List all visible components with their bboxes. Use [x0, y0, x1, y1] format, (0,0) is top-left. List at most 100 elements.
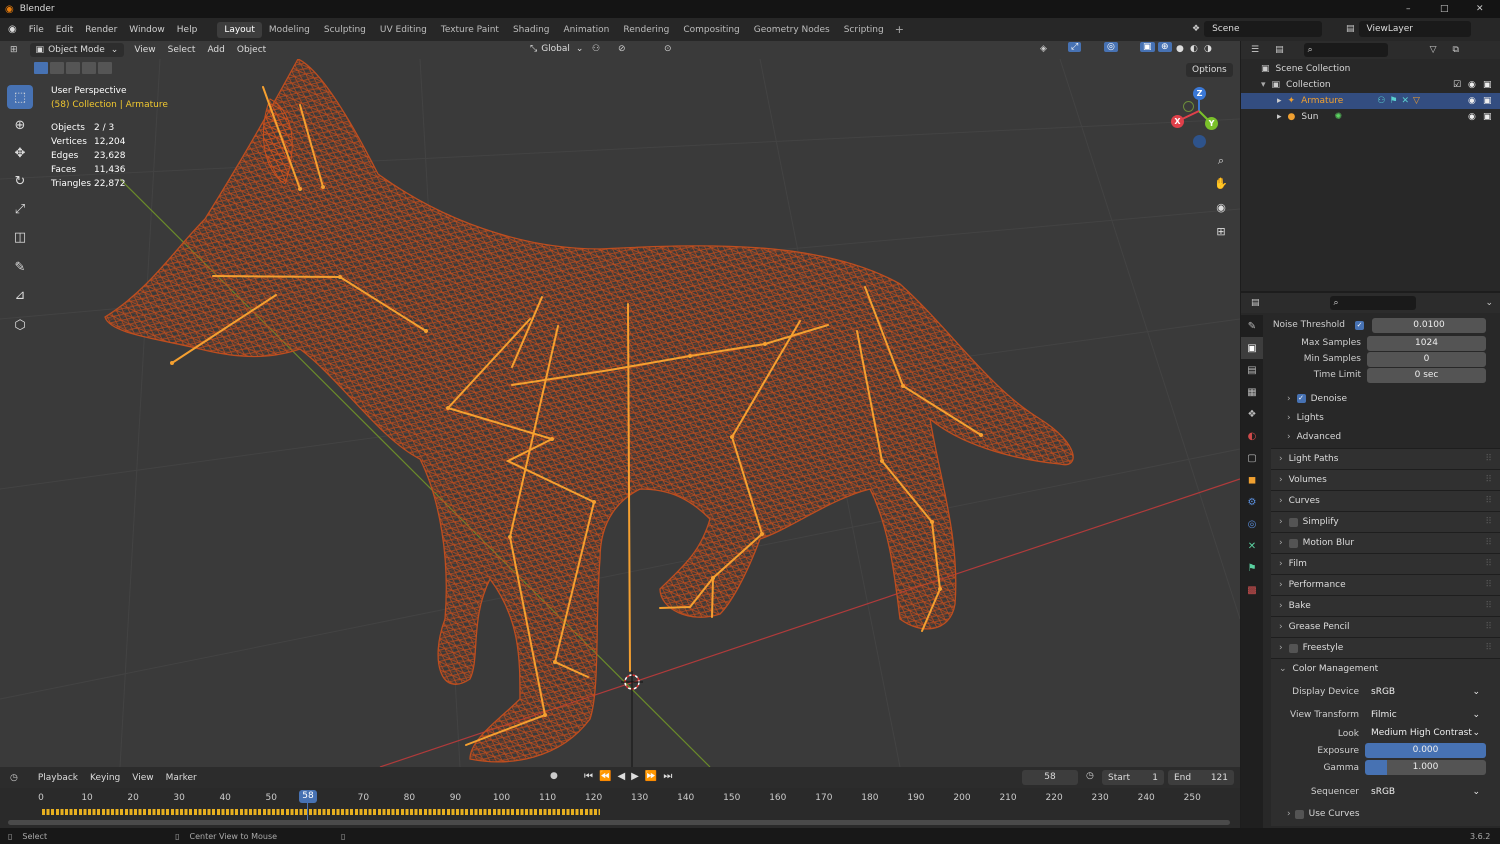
select-subtract-icon[interactable]	[66, 62, 80, 74]
select-new-icon[interactable]	[34, 62, 48, 74]
expand-arrow-icon[interactable]: ▸	[1277, 96, 1282, 106]
time-limit-field[interactable]: 0 sec	[1367, 367, 1486, 383]
min-samples-field[interactable]: 0	[1367, 351, 1486, 367]
select-invert-icon[interactable]	[82, 62, 96, 74]
shading-solid-icon[interactable]: ●	[1176, 44, 1184, 54]
properties-editor-icon[interactable]: ▤	[1251, 298, 1260, 308]
move-tool-icon[interactable]: ✥	[7, 141, 33, 165]
render-tab-icon[interactable]: ▣	[1241, 337, 1263, 359]
scene-selector[interactable]: ❖ Scene	[1192, 21, 1323, 37]
modifier-tab-icon[interactable]: ⚙	[1241, 491, 1263, 513]
3d-viewport[interactable]: Options Z Y X ⌕ ✋ ◉ ⊞	[0, 59, 1240, 767]
gizmo-neg-z-axis[interactable]	[1193, 135, 1206, 148]
color-management-panel[interactable]: ⌄ Color Management	[1271, 658, 1500, 679]
tab-compositing[interactable]: Compositing	[676, 22, 746, 38]
use-curves-row[interactable]: › Use Curves	[1271, 806, 1500, 822]
use-curves-checkbox[interactable]	[1294, 809, 1304, 819]
menu-help[interactable]: Help	[171, 25, 204, 35]
panel-light-paths[interactable]: › Light Paths ⠿	[1271, 448, 1500, 469]
drag-handle-icon[interactable]: ⠿	[1485, 517, 1492, 527]
scene-field[interactable]: Scene	[1204, 21, 1323, 37]
physics-tab-icon[interactable]: ◎	[1241, 513, 1263, 535]
camera-view-icon[interactable]: ◉	[1211, 198, 1231, 218]
collection-checkbox-icon[interactable]: ☑	[1453, 80, 1461, 90]
pose-icon[interactable]: ⚇	[1377, 96, 1385, 106]
blender-menu-icon[interactable]: ◉	[8, 24, 17, 35]
drag-handle-icon[interactable]: ⠿	[1485, 559, 1492, 569]
add-workspace-button[interactable]: +	[895, 23, 904, 36]
wolf-wireframe-mesh[interactable]	[104, 59, 1074, 763]
zoom-icon[interactable]: ⌕	[1211, 151, 1231, 171]
viewport-menu-view[interactable]: View	[128, 43, 161, 57]
visibility-eye-icon[interactable]: ◉	[1468, 96, 1476, 106]
panel-volumes[interactable]: › Volumes ⠿	[1271, 469, 1500, 490]
options-dropdown[interactable]: Options	[1186, 63, 1233, 77]
tab-uv-editing[interactable]: UV Editing	[373, 22, 434, 38]
pan-hand-icon[interactable]: ✋	[1211, 174, 1231, 194]
exposure-field[interactable]: 0.000	[1365, 743, 1486, 758]
filter-icon[interactable]: ▽	[1430, 45, 1437, 55]
drag-handle-icon[interactable]: ⠿	[1485, 622, 1492, 632]
subpanel-advanced[interactable]: › Advanced	[1271, 427, 1500, 446]
navigation-gizmo[interactable]: Z Y X	[1168, 85, 1228, 149]
panel-curves[interactable]: › Curves ⠿	[1271, 490, 1500, 511]
output-tab-icon[interactable]: ▤	[1241, 359, 1263, 381]
minimize-button[interactable]: –	[1406, 4, 1411, 14]
render-camera-icon[interactable]: ▣	[1483, 80, 1492, 90]
viewport-scene[interactable]	[0, 59, 1240, 767]
drag-handle-icon[interactable]: ⠿	[1485, 601, 1492, 611]
cursor-tool-icon[interactable]: ⊕	[7, 113, 33, 137]
gizmo-toggle-icon[interactable]: ⤢	[1068, 42, 1082, 52]
subpanel-lights[interactable]: › Lights	[1271, 408, 1500, 427]
world-tab-icon[interactable]: ◐	[1241, 425, 1263, 447]
viewport-menu-object[interactable]: Object	[231, 43, 272, 57]
panel-checkbox[interactable]	[1288, 538, 1298, 548]
tab-modeling[interactable]: Modeling	[262, 22, 317, 38]
rotate-tool-icon[interactable]: ↻	[7, 169, 33, 193]
close-button[interactable]: ✕	[1476, 4, 1484, 14]
timeline-scrollbar[interactable]	[8, 820, 1230, 825]
drag-handle-icon[interactable]: ⠿	[1485, 496, 1492, 506]
outliner-collection[interactable]: ▾ ▣ Collection ☑ ◉ ▣	[1241, 77, 1500, 93]
shading-material-icon[interactable]: ◐	[1190, 44, 1198, 54]
outliner-scene-collection[interactable]: ▣ Scene Collection	[1241, 61, 1500, 77]
outliner-item-sun[interactable]: ▸ ● Sun ✺ ◉ ▣	[1241, 109, 1500, 125]
object-tab-icon[interactable]: ◼	[1241, 469, 1263, 491]
panel-grease-pencil[interactable]: › Grease Pencil ⠿	[1271, 616, 1500, 637]
sun-data-icon[interactable]: ✺	[1335, 112, 1343, 122]
tool-tab-icon[interactable]: ✎	[1241, 315, 1263, 337]
gizmo-neg-y-axis[interactable]	[1183, 101, 1194, 112]
tab-scripting[interactable]: Scripting	[837, 22, 891, 38]
visibility-eye-icon[interactable]: ◉	[1468, 112, 1476, 122]
drag-handle-icon[interactable]: ⠿	[1485, 538, 1492, 548]
drag-handle-icon[interactable]: ⠿	[1485, 475, 1492, 485]
new-collection-icon[interactable]: ⧉	[1453, 45, 1459, 55]
menu-edit[interactable]: Edit	[50, 25, 79, 35]
tab-rendering[interactable]: Rendering	[616, 22, 676, 38]
frame-ruler[interactable]: 0 10 20 30 40 50 70 80 90 100 110 120 130 140 150 160 17…	[0, 767, 1240, 828]
orientation-dropdown[interactable]: ⤡ Global ⌄	[524, 42, 589, 56]
shading-rendered-icon[interactable]: ◑	[1204, 44, 1212, 54]
armature-data-icon[interactable]: ✕	[1402, 96, 1410, 106]
menu-render[interactable]: Render	[79, 25, 123, 35]
viewport-menu-select[interactable]: Select	[162, 43, 202, 57]
mode-dropdown[interactable]: ▣ Object Mode ⌄	[29, 43, 125, 57]
gizmo-z-axis[interactable]: Z	[1193, 87, 1206, 100]
overlay-icon[interactable]: ◎	[1104, 42, 1118, 52]
texture-tab-icon[interactable]: ▩	[1241, 579, 1263, 601]
max-samples-field[interactable]: 1024	[1367, 335, 1486, 351]
editor-type-icon[interactable]: ⊞	[10, 45, 18, 55]
view-layer-tab-icon[interactable]: ▦	[1241, 381, 1263, 403]
panel-simplify[interactable]: › Simplify ⠿	[1271, 511, 1500, 532]
bone-icon[interactable]: ⚑	[1389, 96, 1397, 106]
render-camera-icon[interactable]: ▣	[1483, 112, 1492, 122]
drag-handle-icon[interactable]: ⠿	[1485, 454, 1492, 464]
look-dropdown[interactable]: Medium High Contrast ⌄	[1365, 726, 1486, 741]
panel-motion-blur[interactable]: › Motion Blur ⠿	[1271, 532, 1500, 553]
display-device-dropdown[interactable]: sRGB ⌄	[1365, 684, 1486, 700]
maximize-button[interactable]: □	[1440, 4, 1449, 14]
outliner-item-armature[interactable]: ▸ ✦ Armature ⚇ ⚑ ✕ ▽ ◉ ▣	[1241, 93, 1500, 109]
panel-checkbox[interactable]	[1288, 517, 1298, 527]
tab-shading[interactable]: Shading	[506, 22, 557, 38]
tab-animation[interactable]: Animation	[557, 22, 617, 38]
